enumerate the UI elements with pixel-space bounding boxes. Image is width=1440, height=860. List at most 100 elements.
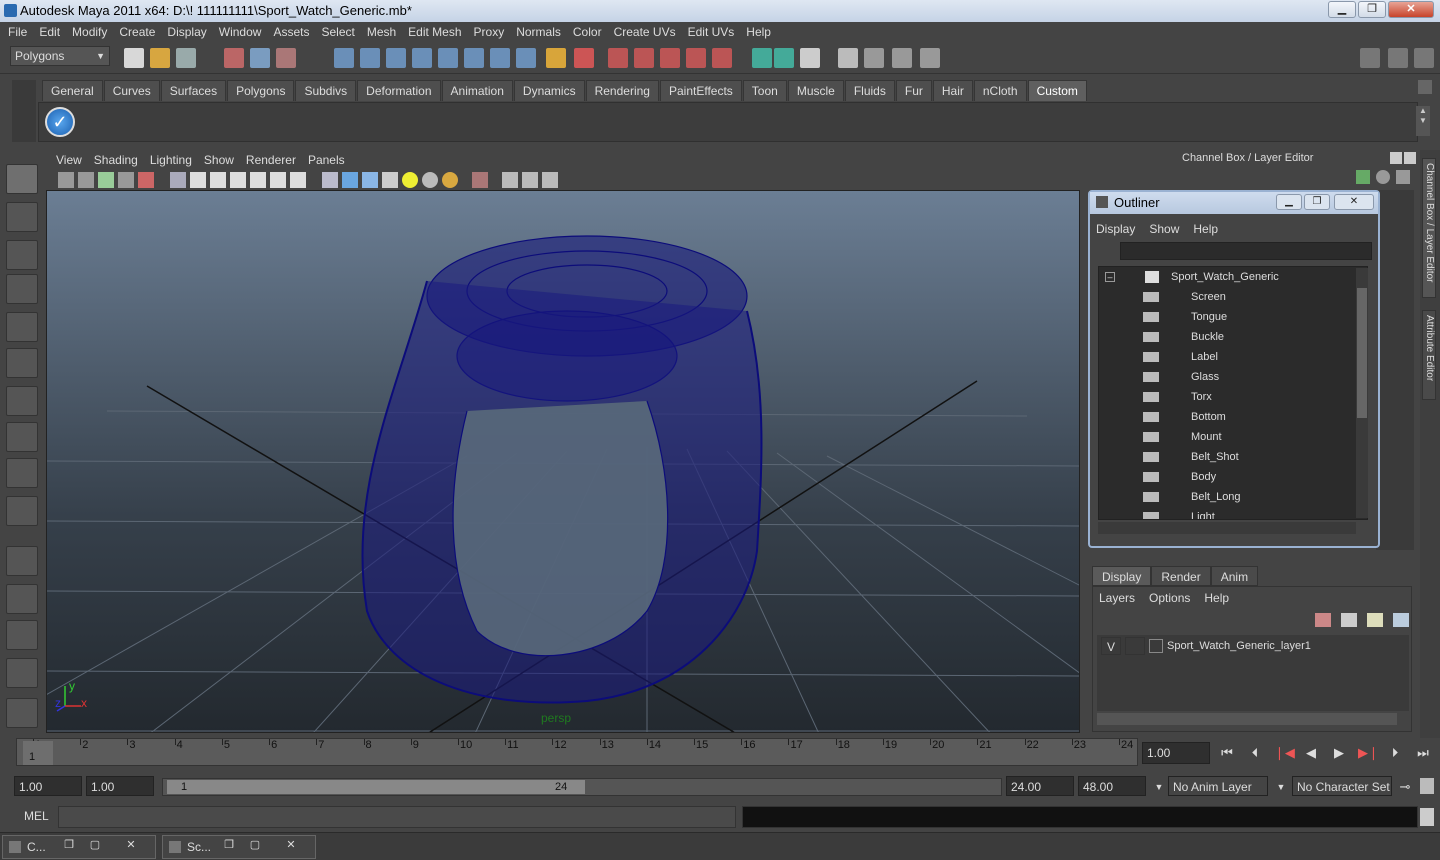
menu-edit[interactable]: Edit (33, 25, 66, 39)
minimized-window-1[interactable]: C... ❐ ▢ ✕ (2, 835, 156, 859)
outliner-filter-input[interactable] (1120, 242, 1372, 260)
tree-row[interactable]: Tongue (1099, 307, 1367, 327)
universal-manipulator-icon[interactable] (6, 386, 38, 416)
layer-row[interactable]: V Sport_Watch_Generic_layer1 (1097, 637, 1409, 655)
anim-layer-selector[interactable]: No Anim Layer (1168, 776, 1268, 796)
menu-window[interactable]: Window (213, 25, 268, 39)
character-set-selector[interactable]: No Character Set (1292, 776, 1392, 796)
shelf-tab-general[interactable]: General (42, 80, 103, 101)
start-time-field[interactable]: 1.00 (14, 776, 82, 796)
shelf-tab-deformation[interactable]: Deformation (357, 80, 441, 101)
menu-mesh[interactable]: Mesh (361, 25, 402, 39)
shelf-tab-fur[interactable]: Fur (895, 80, 932, 101)
vp-menu-view[interactable]: View (50, 153, 88, 167)
menu-edit-uvs[interactable]: Edit UVs (682, 25, 741, 39)
smooth-shade-icon[interactable] (342, 172, 358, 188)
select-component-icon[interactable] (276, 48, 296, 68)
construction-icon[interactable] (490, 48, 510, 68)
menu-create-uvs[interactable]: Create UVs (608, 25, 682, 39)
go-to-end-icon[interactable]: ⏭ (1414, 744, 1432, 762)
outliner-hscrollbar[interactable] (1098, 522, 1356, 534)
new-scene-icon[interactable] (124, 48, 144, 68)
menu-select[interactable]: Select (315, 25, 360, 39)
shelf-tab-surfaces[interactable]: Surfaces (160, 80, 227, 101)
restore-icon[interactable]: ❐ (59, 838, 79, 856)
menu-edit-mesh[interactable]: Edit Mesh (402, 25, 467, 39)
vp-menu-shading[interactable]: Shading (88, 153, 144, 167)
custom-layout-icon[interactable] (6, 698, 38, 728)
rename-icon[interactable] (774, 48, 794, 68)
hud-icon[interactable] (542, 172, 558, 188)
layer-menu-help[interactable]: Help (1204, 591, 1229, 605)
layer-tab-anim[interactable]: Anim (1210, 566, 1259, 586)
shadows-icon[interactable] (442, 172, 458, 188)
menu-assets[interactable]: Assets (267, 25, 315, 39)
tree-row[interactable]: Light (1099, 507, 1367, 519)
layer-visibility-toggle[interactable]: V (1101, 637, 1121, 655)
outliner-menu-display[interactable]: Display (1096, 222, 1135, 236)
select-tool-icon[interactable] (6, 164, 38, 194)
layer-tab-display[interactable]: Display (1092, 566, 1152, 586)
maximize-icon[interactable]: ▢ (245, 838, 265, 856)
menu-display[interactable]: Display (161, 25, 212, 39)
watch-wireframe[interactable] (361, 235, 763, 704)
lock-icon[interactable] (546, 48, 566, 68)
tree-row[interactable]: Glass (1099, 367, 1367, 387)
key-icon[interactable]: ⊸ (1396, 778, 1414, 796)
safe-title-icon[interactable] (290, 172, 306, 188)
menu-color[interactable]: Color (567, 25, 608, 39)
pin-icon[interactable] (1396, 170, 1410, 184)
wireframe-on-shaded-icon[interactable] (362, 172, 378, 188)
rotate-tool-icon[interactable] (6, 312, 38, 342)
anim-layer-dropdown-icon[interactable]: ▼ (1150, 778, 1168, 796)
safe-action-icon[interactable] (270, 172, 286, 188)
menu-normals[interactable]: Normals (510, 25, 567, 39)
cmd-language-label[interactable]: MEL (24, 809, 49, 823)
restore-icon[interactable]: ❐ (219, 838, 239, 856)
wireframe-icon[interactable] (322, 172, 338, 188)
toggle-panel-icon[interactable] (1388, 48, 1408, 68)
graph-layout-icon[interactable] (6, 658, 38, 688)
mode-selector[interactable]: Polygons ▼ (10, 46, 110, 66)
outliner-close-button[interactable]: ✕ (1334, 194, 1374, 210)
vp-menu-panels[interactable]: Panels (302, 153, 351, 167)
new-layer-icon[interactable] (1367, 613, 1383, 627)
save-scene-icon[interactable] (176, 48, 196, 68)
command-input[interactable] (58, 806, 736, 828)
2d-pan-icon[interactable] (138, 172, 154, 188)
vp-menu-lighting[interactable]: Lighting (144, 153, 198, 167)
resolution-gate-icon[interactable] (210, 172, 226, 188)
isolate-select-icon[interactable] (472, 172, 488, 188)
minimized-window-2[interactable]: Sc... ❐ ▢ ✕ (162, 835, 316, 859)
maximize-button[interactable]: ❐ (1358, 1, 1386, 18)
tree-row[interactable]: Torx (1099, 387, 1367, 407)
tool-settings-icon[interactable] (864, 48, 884, 68)
tab-channel-box[interactable]: Channel Box / Layer Editor (1422, 158, 1436, 298)
channel-box-icon[interactable] (892, 48, 912, 68)
tab-attribute-editor[interactable]: Attribute Editor (1422, 310, 1436, 400)
show-manipulator-icon[interactable] (6, 458, 38, 488)
current-time-marker[interactable]: 1 (23, 741, 53, 765)
shelf-tab-curves[interactable]: Curves (103, 80, 160, 101)
current-time-field[interactable]: 1.00 (1142, 742, 1210, 764)
snap-curve-icon[interactable] (360, 48, 380, 68)
help-icon[interactable] (516, 48, 536, 68)
end-time-field[interactable]: 48.00 (1078, 776, 1146, 796)
channel-icon[interactable] (1356, 170, 1370, 184)
step-back-icon[interactable]: ⏴ (1246, 744, 1264, 762)
layer-color-swatch[interactable] (1149, 639, 1163, 653)
time-slider[interactable]: 123456789101112131415161718192021222324 … (16, 738, 1138, 766)
hypershade-icon[interactable] (686, 48, 706, 68)
layer-type-toggle[interactable] (1125, 637, 1145, 655)
close-icon[interactable]: ✕ (281, 838, 301, 856)
step-forward-icon[interactable]: ⏵ (1386, 744, 1404, 762)
range-slider-thumb[interactable]: 1 24 (167, 780, 585, 794)
menu-file[interactable]: File (2, 25, 33, 39)
playback-start-field[interactable]: 1.00 (86, 776, 154, 796)
gate-mask-icon[interactable] (230, 172, 246, 188)
snap-grid-icon[interactable] (334, 48, 354, 68)
move-layer-up-icon[interactable] (1315, 613, 1331, 627)
toggle-panel-2-icon[interactable] (1414, 48, 1434, 68)
vp-menu-show[interactable]: Show (198, 153, 240, 167)
checkmark-icon[interactable]: ✓ (45, 107, 75, 137)
